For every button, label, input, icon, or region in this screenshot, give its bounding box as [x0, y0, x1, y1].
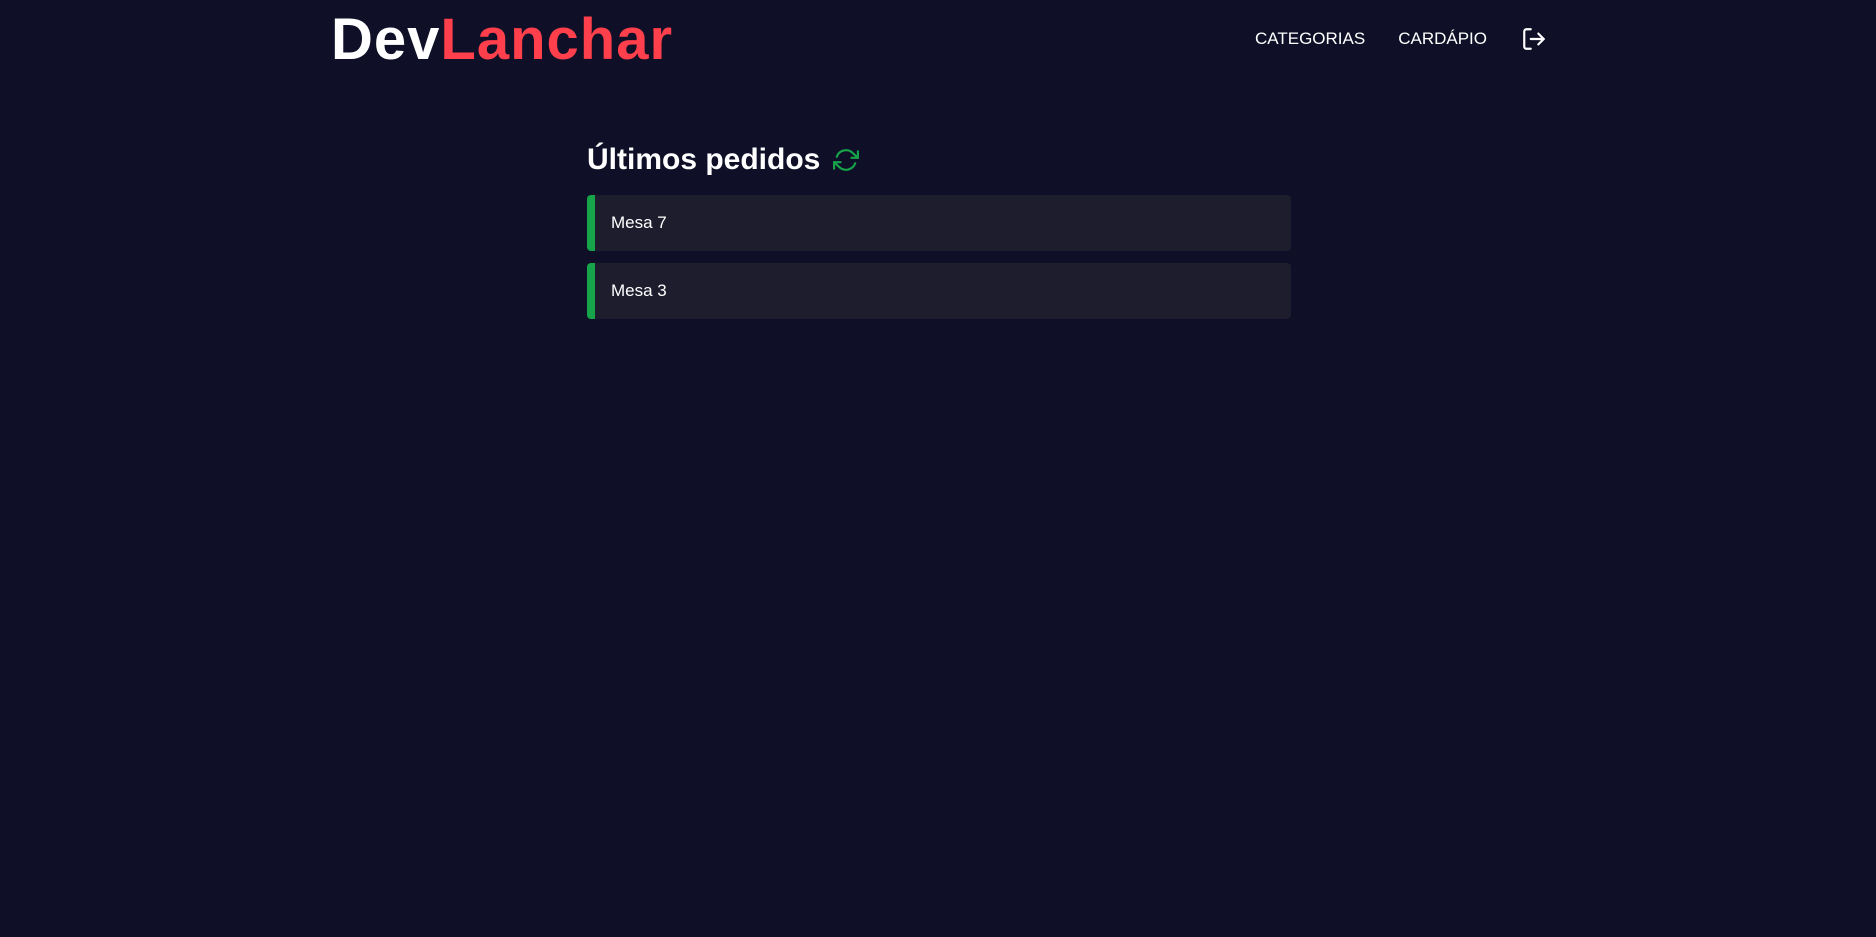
order-label: Mesa 3	[611, 281, 667, 300]
orders-section: Últimos pedidos Mesa 7 Mesa 3	[587, 140, 1291, 331]
logo-text-dev: Dev	[331, 7, 441, 72]
order-label: Mesa 7	[611, 213, 667, 232]
logo[interactable]: DevLanchar	[331, 10, 673, 70]
logo-text-lanchar: Lanchar	[440, 7, 674, 72]
nav-link-categorias[interactable]: CATEGORIAS	[1255, 29, 1365, 49]
order-status-bar	[587, 195, 595, 251]
header: DevLanchar CATEGORIAS CARDÁPIO	[0, 0, 1876, 80]
logout-button[interactable]	[1520, 25, 1548, 53]
title-row: Últimos pedidos	[587, 140, 1291, 180]
top-nav: CATEGORIAS CARDÁPIO	[1255, 22, 1548, 56]
logout-icon	[1523, 28, 1545, 50]
page-title: Últimos pedidos	[587, 143, 821, 176]
refresh-icon	[833, 149, 860, 171]
nav-link-cardapio[interactable]: CARDÁPIO	[1398, 29, 1487, 49]
order-item[interactable]: Mesa 7	[587, 195, 1291, 251]
order-item[interactable]: Mesa 3	[587, 263, 1291, 319]
orders-list: Mesa 7 Mesa 3	[587, 195, 1291, 319]
order-status-bar	[587, 263, 595, 319]
refresh-button[interactable]	[832, 146, 860, 174]
